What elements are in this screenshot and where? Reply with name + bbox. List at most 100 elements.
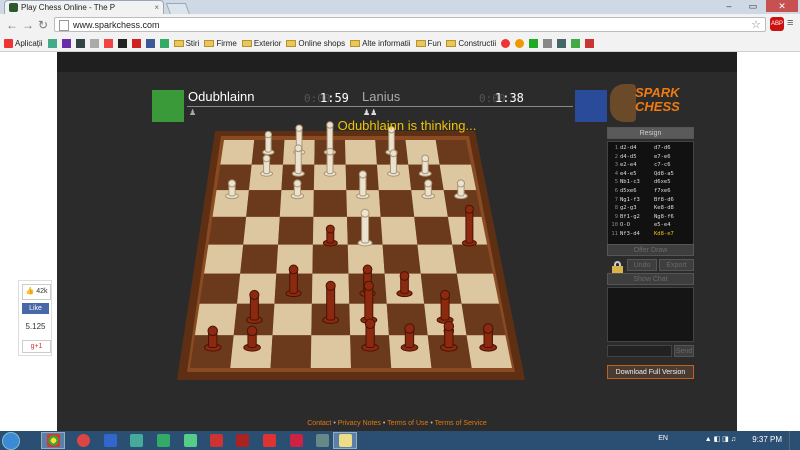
board-square[interactable] bbox=[208, 216, 247, 245]
close-tab-icon[interactable]: × bbox=[154, 3, 159, 12]
board-square[interactable] bbox=[220, 140, 255, 165]
player1-timer: 1:59 bbox=[320, 91, 349, 105]
window-controls: – ▭ ✕ bbox=[718, 0, 798, 12]
lock-icon bbox=[612, 261, 623, 273]
bookmark-folder-alte-informatii[interactable]: Alte informatii bbox=[350, 39, 411, 48]
board-square[interactable] bbox=[345, 140, 377, 165]
close-window-icon[interactable]: ✕ bbox=[766, 0, 798, 12]
bookmark-icon[interactable] bbox=[557, 39, 567, 48]
bookmark-icon[interactable] bbox=[543, 39, 553, 48]
board-square[interactable] bbox=[199, 273, 241, 304]
bookmark-icon[interactable] bbox=[75, 39, 85, 48]
taskbar-app-icon[interactable] bbox=[210, 434, 223, 447]
chat-input[interactable] bbox=[607, 345, 672, 357]
board-square[interactable] bbox=[278, 216, 314, 245]
taskbar-app-icon[interactable] bbox=[236, 434, 249, 447]
facebook-icon[interactable] bbox=[145, 39, 155, 48]
browser-tab[interactable]: Play Chess Online - The P × bbox=[4, 0, 164, 14]
acrobat-icon[interactable] bbox=[263, 434, 276, 447]
imdb-icon[interactable] bbox=[117, 39, 127, 48]
forward-icon[interactable]: → bbox=[22, 18, 34, 32]
system-tray-icons[interactable]: ▲ ◧ ◨ ♫ bbox=[705, 435, 736, 443]
taskbar-app-icon[interactable] bbox=[104, 434, 117, 447]
bookmark-icon[interactable] bbox=[585, 39, 595, 48]
bookmark-icon[interactable] bbox=[529, 39, 539, 48]
board-square[interactable] bbox=[380, 216, 418, 245]
bookmark-label: Firme bbox=[216, 39, 237, 48]
board-square[interactable] bbox=[378, 190, 415, 217]
board-square[interactable] bbox=[417, 244, 457, 274]
export-pgn-button[interactable]: Export PGN bbox=[659, 259, 694, 281]
clock[interactable]: 9:37 PM bbox=[752, 435, 782, 444]
board-square[interactable] bbox=[382, 244, 421, 274]
board-square[interactable] bbox=[312, 244, 349, 274]
terms-of-service-link[interactable]: Terms of Service bbox=[435, 420, 487, 427]
board-squares[interactable] bbox=[190, 140, 512, 368]
bookmark-folder-constructii[interactable]: Constructii bbox=[446, 39, 496, 48]
board-square[interactable] bbox=[272, 303, 312, 336]
board-square[interactable] bbox=[243, 216, 280, 245]
start-button[interactable] bbox=[2, 432, 20, 450]
bookmark-icon[interactable] bbox=[103, 39, 113, 48]
board-square[interactable] bbox=[270, 335, 312, 368]
chrome-menu-icon[interactable]: ≡ bbox=[787, 17, 793, 29]
google-plus-button[interactable]: g+1 bbox=[22, 340, 51, 353]
white-move: d4-d5 bbox=[620, 153, 637, 160]
bookmark-folder-exterior[interactable]: Exterior bbox=[241, 39, 282, 48]
bookmark-folder-online-shops[interactable]: Online shops bbox=[286, 39, 345, 48]
bookmark-icon[interactable] bbox=[47, 39, 57, 48]
bookmark-icon[interactable] bbox=[571, 39, 581, 48]
bookmark-label: Exterior bbox=[253, 39, 282, 48]
language-indicator[interactable]: EN bbox=[658, 435, 668, 442]
back-icon[interactable]: ← bbox=[6, 18, 18, 32]
terms-of-use-link[interactable]: Terms of Use bbox=[387, 420, 428, 427]
bookmark-icon[interactable] bbox=[159, 39, 169, 48]
taskbar-app-icon[interactable] bbox=[316, 434, 329, 447]
board-square[interactable] bbox=[313, 190, 348, 217]
bookmark-apps[interactable]: Aplicații bbox=[4, 39, 43, 48]
contact-link[interactable]: Contact bbox=[307, 420, 331, 427]
send-button[interactable]: Send bbox=[674, 345, 694, 357]
bookmark-icon[interactable] bbox=[131, 39, 141, 48]
board-square[interactable] bbox=[452, 244, 493, 274]
bookmark-folder-fun[interactable]: Fun bbox=[415, 39, 441, 48]
bookmark-label: Aplicații bbox=[15, 39, 43, 48]
taskbar-app-icon[interactable] bbox=[130, 434, 143, 447]
taskbar-app-icon[interactable] bbox=[184, 434, 197, 447]
board-square[interactable] bbox=[456, 273, 500, 304]
undo-button[interactable]: Undo bbox=[627, 259, 657, 271]
reload-icon[interactable]: ↻ bbox=[38, 18, 48, 32]
bookmark-icon[interactable] bbox=[89, 39, 99, 48]
board-square[interactable] bbox=[435, 140, 471, 165]
bookmark-folder-firme[interactable]: Firme bbox=[204, 39, 237, 48]
resign-button[interactable]: Resign bbox=[607, 127, 694, 139]
bookmark-icon[interactable] bbox=[515, 39, 525, 48]
facebook-like-button[interactable]: Like bbox=[22, 303, 49, 314]
privacy-link[interactable]: Privacy Notes bbox=[338, 420, 381, 427]
board-square[interactable] bbox=[204, 244, 244, 274]
board-square[interactable] bbox=[414, 216, 453, 245]
adblock-icon[interactable]: ABP bbox=[770, 17, 784, 31]
taskbar-app-icon[interactable] bbox=[157, 434, 170, 447]
taskbar-app-icon[interactable] bbox=[290, 434, 303, 447]
bookmark-icon[interactable] bbox=[501, 39, 511, 48]
opera-icon[interactable] bbox=[77, 434, 90, 447]
show-desktop-button[interactable] bbox=[789, 431, 800, 450]
like-count: 42k bbox=[36, 288, 48, 295]
address-bar[interactable]: www.sparkchess.com ☆ bbox=[54, 17, 766, 32]
yahoo-icon[interactable] bbox=[61, 39, 71, 48]
bookmark-folder-stiri[interactable]: Stiri bbox=[173, 39, 199, 48]
black-move: Bf8-d6 bbox=[654, 196, 674, 203]
maximize-icon[interactable]: ▭ bbox=[742, 0, 764, 12]
minimize-icon[interactable]: – bbox=[718, 0, 740, 12]
tab-title: Play Chess Online - The P bbox=[21, 3, 116, 12]
board-square[interactable] bbox=[246, 190, 282, 217]
download-full-version-button[interactable]: Download Full Version bbox=[607, 365, 694, 379]
board-square[interactable] bbox=[310, 335, 351, 368]
offer-draw-button[interactable]: Offer Draw bbox=[607, 244, 694, 256]
board-square[interactable] bbox=[240, 244, 279, 274]
black-move: e7-e6 bbox=[654, 153, 671, 160]
show-chat-button[interactable]: Show Chat bbox=[607, 273, 694, 285]
bookmark-star-icon[interactable]: ☆ bbox=[751, 18, 761, 32]
move-row: 11 Nf3-d4 Kd8-e7 bbox=[609, 230, 692, 239]
